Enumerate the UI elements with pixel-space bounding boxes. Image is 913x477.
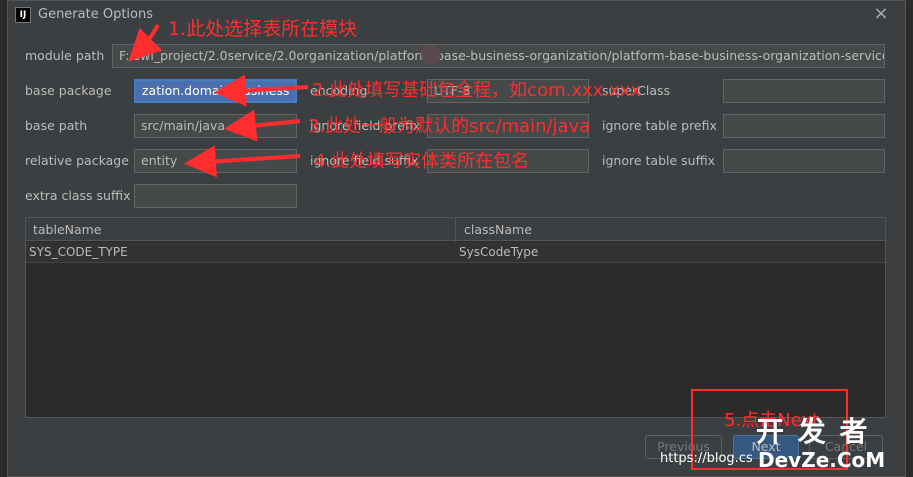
arrow-1	[128, 24, 163, 62]
arrow-2	[214, 74, 309, 107]
watermark-url: https://blog.cs	[660, 451, 753, 466]
annotation-1: 1.此处选择表所在模块	[168, 18, 358, 40]
annotation-4: 4.此处填写实体类所在包名	[314, 151, 530, 172]
watermark-logo-bottom: DevZe.CoM	[758, 448, 886, 472]
annotation-2: 2.此处填写基础包全程，如com.xxx.xxx	[312, 80, 641, 101]
arrow-4	[184, 145, 301, 178]
watermark-logo-top: 开 发 者	[756, 415, 870, 448]
annotation-3: 3.此处一般为默认的src/main/java	[308, 116, 591, 137]
arrow-3	[224, 109, 301, 142]
